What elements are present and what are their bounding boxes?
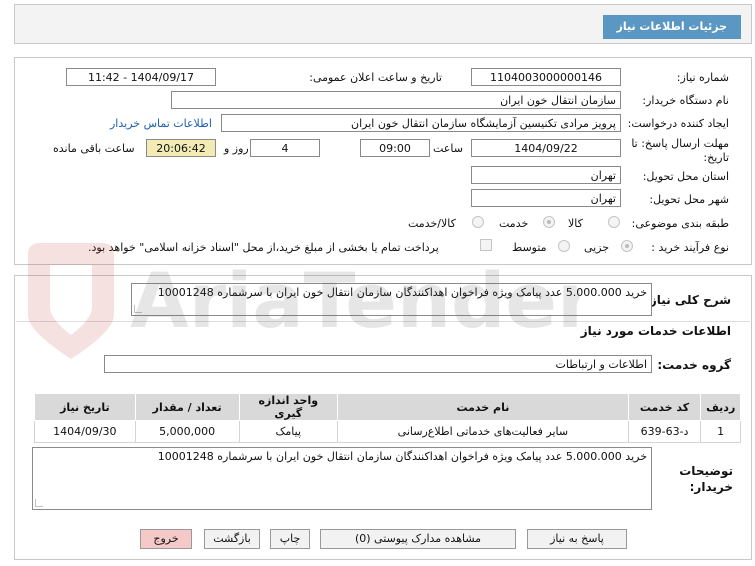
cell-quantity: 5,000,000 — [134, 420, 240, 443]
need-number-label: شماره نیاز: — [676, 71, 729, 84]
back-button[interactable]: بازگشت — [204, 529, 260, 549]
print-button[interactable]: چاپ — [270, 529, 310, 549]
process-label: نوع فرآیند خرید : — [651, 241, 729, 254]
process-radio-partial[interactable] — [621, 240, 633, 252]
deadline-label-date: تاریخ: — [703, 151, 729, 164]
cell-service-code: د-63-639 — [627, 420, 702, 443]
table-row: 1 د-63-639 سایر فعالیت‌های خدماتی اطلاع‌… — [34, 420, 741, 443]
deadline-label: مهلت ارسال پاسخ: تا — [631, 137, 729, 150]
cell-need-date: 1404/09/30 — [34, 420, 136, 443]
buyer-org-field: سازمان انتقال خون ایران — [171, 91, 621, 109]
days-remaining-field: 4 — [250, 139, 320, 157]
view-attachments-button[interactable]: مشاهده مدارک پیوستی (0) — [320, 529, 516, 549]
deadline-time-label: ساعت — [433, 142, 463, 155]
category-radio-goods-service[interactable] — [472, 216, 484, 228]
city-label: شهر محل تحویل: — [649, 193, 729, 206]
remaining-time-label: ساعت باقی مانده — [53, 142, 135, 155]
category-label: طبقه بندی موضوعی: — [631, 217, 729, 230]
announce-date-label: تاریخ و ساعت اعلان عمومی: — [309, 71, 442, 84]
services-section-title: اطلاعات خدمات مورد نیاز — [580, 324, 731, 338]
service-group-label: گروه خدمت: — [657, 358, 731, 372]
announce-date-field: 1404/09/17 - 11:42 — [66, 68, 216, 86]
buyer-notes-label-2: خریدار: — [689, 480, 733, 494]
buyer-org-label: نام دستگاه خریدار: — [642, 94, 729, 107]
resize-handle-icon — [134, 305, 142, 313]
treasury-payment-note: پرداخت تمام یا بخشی از مبلغ خرید،از محل … — [88, 241, 439, 254]
buyer-notes-label: توضیحات — [679, 464, 733, 478]
creator-field: پرویز مرادی تکنیسین آزمایشگاه سازمان انت… — [221, 114, 621, 132]
process-option-partial: جزیی — [584, 241, 610, 254]
description-text: خرید 5.000.000 عدد پیامک ویژه فراخوان اه… — [157, 286, 647, 299]
buyer-notes-textarea[interactable]: خرید 5.000.000 عدد پیامک ویژه فراخوان اه… — [32, 447, 652, 510]
process-radio-medium[interactable] — [558, 240, 570, 252]
cell-service-name: سایر فعالیت‌های خدماتی اطلاع‌رسانی — [337, 420, 629, 443]
category-option-goods-service: کالا/خدمت — [408, 217, 456, 230]
page-header: جزئیات اطلاعات نیاز — [14, 4, 752, 44]
category-option-service: خدمت — [499, 217, 529, 230]
days-label: روز و — [224, 142, 249, 155]
exit-button[interactable]: خروج — [140, 529, 192, 549]
cell-row-number: 1 — [700, 420, 741, 443]
buyer-contact-link[interactable]: اطلاعات تماس خریدار — [110, 117, 212, 130]
page-title: جزئیات اطلاعات نیاز — [602, 15, 741, 39]
need-info-panel — [14, 57, 752, 265]
city-field: تهران — [471, 189, 621, 207]
description-label: شرح کلی نیاز: — [645, 293, 731, 307]
deadline-time-field: 09:00 — [360, 139, 430, 157]
process-option-medium: متوسط — [512, 241, 547, 254]
cell-unit: پیامک — [238, 420, 339, 443]
category-option-goods: کالا — [568, 217, 583, 230]
reply-button[interactable]: پاسخ به نیاز — [527, 529, 627, 549]
buyer-notes-text: خرید 5.000.000 عدد پیامک ویژه فراخوان اه… — [157, 450, 647, 463]
col-header-unit: واحد اندازه گیری — [238, 393, 339, 421]
need-number-field: 1104003000000146 — [471, 68, 621, 86]
col-header-need-date: تاریخ نیاز — [34, 393, 136, 421]
services-table: ردیف کد خدمت نام خدمت واحد اندازه گیری ت… — [34, 393, 741, 443]
remaining-time-field: 20:06:42 — [146, 139, 216, 157]
description-textarea[interactable]: خرید 5.000.000 عدد پیامک ویژه فراخوان اه… — [131, 283, 652, 316]
treasury-payment-checkbox[interactable] — [480, 239, 492, 251]
province-label: استان محل تحویل: — [642, 170, 729, 183]
service-group-field: اطلاعات و ارتباطات — [104, 355, 652, 373]
col-header-service-code: کد خدمت — [627, 393, 702, 421]
creator-label: ایجاد کننده درخواست: — [627, 117, 729, 130]
province-field: تهران — [471, 166, 621, 184]
col-header-service-name: نام خدمت — [337, 393, 629, 421]
deadline-date-field: 1404/09/22 — [471, 139, 621, 157]
resize-handle-icon — [35, 499, 43, 507]
section-divider — [16, 321, 750, 322]
col-header-quantity: تعداد / مقدار — [134, 393, 240, 421]
table-header-row: ردیف کد خدمت نام خدمت واحد اندازه گیری ت… — [34, 393, 741, 421]
category-radio-goods[interactable] — [608, 216, 620, 228]
col-header-row-number: ردیف — [700, 393, 741, 421]
category-radio-service[interactable] — [543, 216, 555, 228]
